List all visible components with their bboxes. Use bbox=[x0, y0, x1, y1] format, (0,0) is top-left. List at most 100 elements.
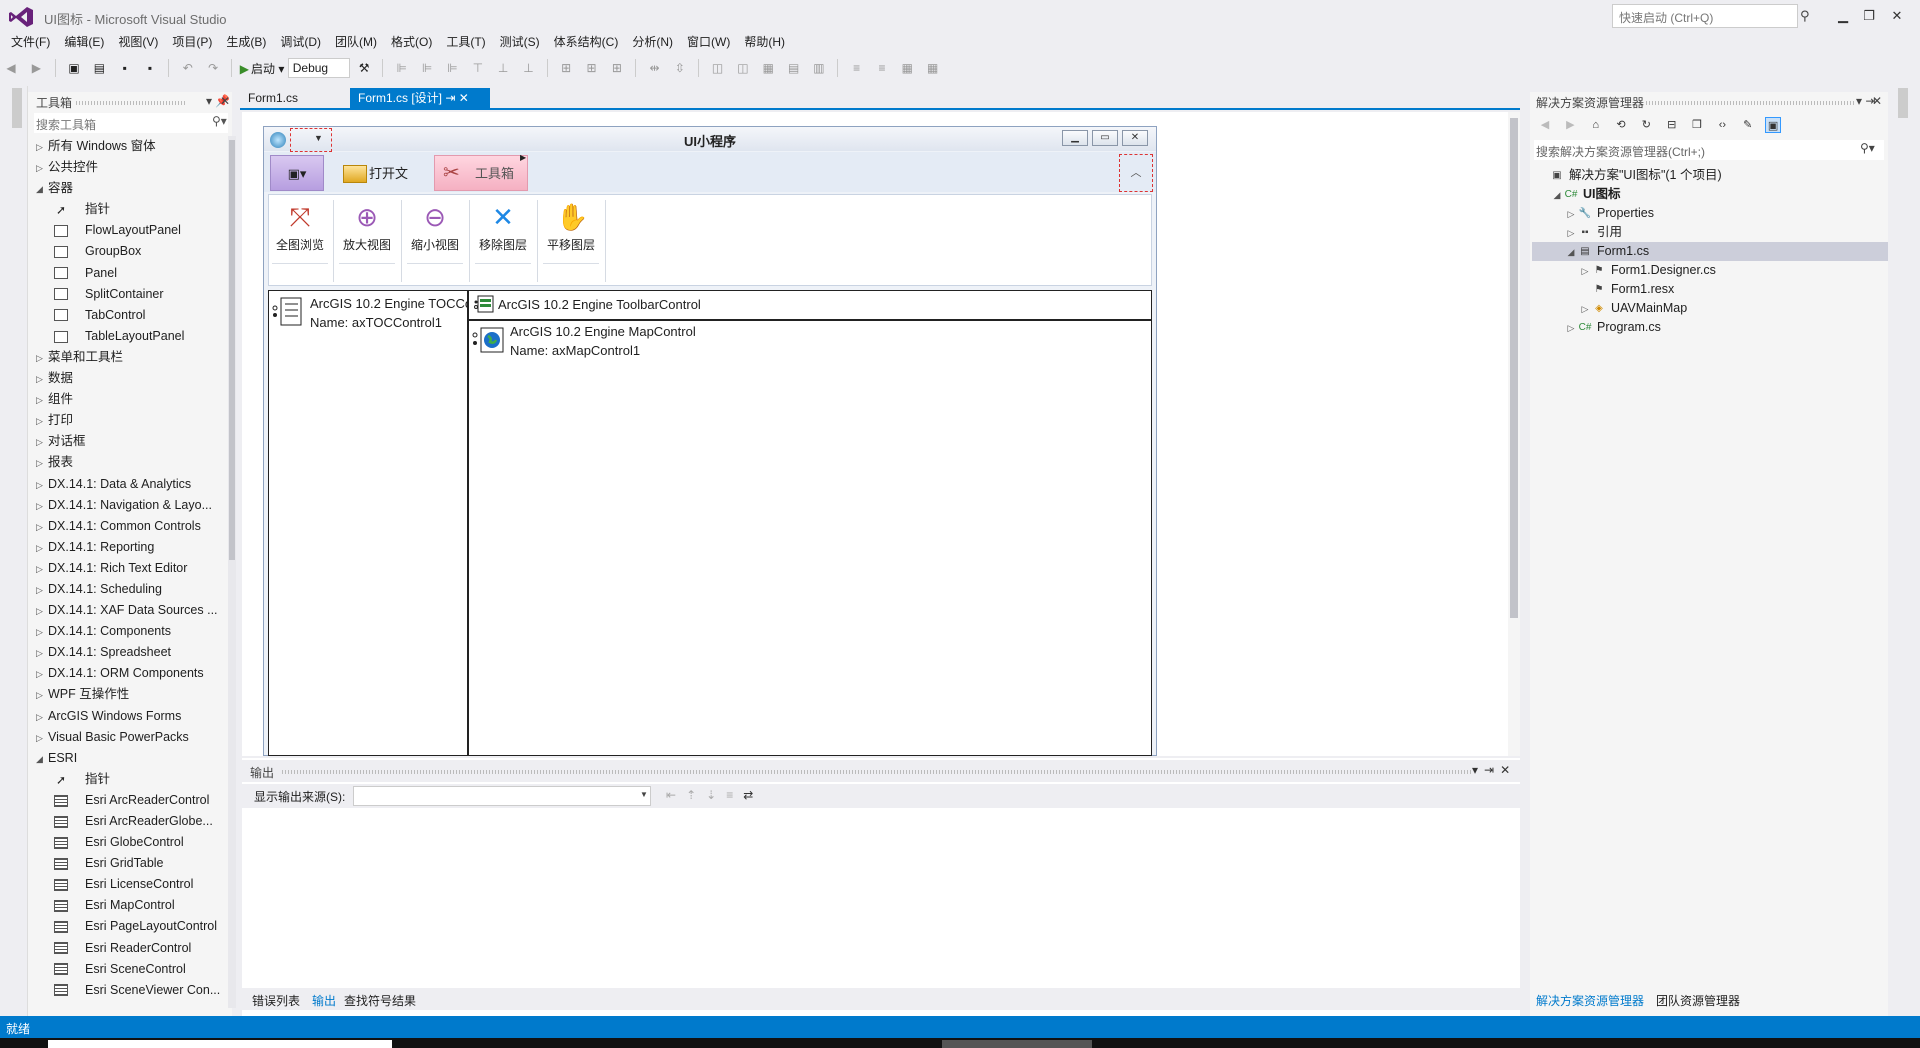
toolbox-item[interactable]: FlowLayoutPanel bbox=[36, 220, 226, 241]
solution-tree-node[interactable]: ◢ C# UI图标 bbox=[1532, 185, 1888, 204]
collapsed-arrow-icon[interactable]: ▷ bbox=[36, 728, 48, 748]
solution-tree-node[interactable]: ◢ ▤ Form1.cs bbox=[1532, 242, 1888, 261]
ribbon-collapse-button[interactable]: ︿ bbox=[1119, 154, 1153, 192]
toolbox-group[interactable]: ▷ 数据 bbox=[36, 368, 226, 389]
menu-item[interactable]: 文件(F) bbox=[0, 32, 57, 52]
pin-icon[interactable]: ⇥ bbox=[445, 91, 455, 105]
full-extent-button[interactable]: ⤧ 全图浏览 bbox=[268, 200, 332, 280]
sql-icon[interactable]: ▤ bbox=[786, 60, 802, 76]
toolbox-group[interactable]: ▷ 打印 bbox=[36, 410, 226, 431]
collapsed-arrow-icon[interactable]: ▷ bbox=[36, 664, 48, 684]
restore-button[interactable]: ❐ bbox=[1858, 6, 1880, 26]
chevron-down-icon[interactable]: ▼ bbox=[314, 133, 323, 143]
output-source-select[interactable] bbox=[353, 786, 651, 806]
view-code-icon[interactable]: ‹› bbox=[1714, 117, 1730, 133]
toolbox-group[interactable]: ▷ 对话框 bbox=[36, 431, 226, 452]
back-icon[interactable]: ◀ bbox=[3, 60, 19, 76]
align-rights-icon[interactable]: ⊫ bbox=[444, 60, 460, 76]
collapsed-arrow-icon[interactable]: ▷ bbox=[36, 475, 48, 495]
save-icon[interactable]: ▪ bbox=[117, 60, 133, 76]
show-all-files-icon[interactable]: ❒ bbox=[1689, 117, 1705, 133]
zoom-out-button[interactable]: ⊖ 缩小视图 bbox=[403, 200, 467, 280]
refresh-icon[interactable]: ↻ bbox=[1638, 117, 1654, 133]
menu-item[interactable]: 帮助(H) bbox=[737, 32, 792, 52]
solution-tree-node[interactable]: ▷ ◈ UAVMainMap bbox=[1532, 299, 1888, 318]
panel-grip[interactable] bbox=[282, 770, 1472, 774]
toolbox-group[interactable]: ▷ DX.14.1: Components bbox=[36, 621, 226, 642]
close-icon[interactable]: ✕ bbox=[220, 94, 230, 108]
output-window-buttons[interactable]: ▾⇥✕ bbox=[1472, 763, 1516, 777]
align-centers-icon[interactable]: ⊫ bbox=[419, 60, 435, 76]
form-close-button[interactable]: ✕ bbox=[1122, 130, 1148, 146]
start-debug-button[interactable]: ▶ 启动 ▾ bbox=[240, 60, 285, 77]
toolbox-item[interactable]: TableLayoutPanel bbox=[36, 326, 226, 347]
align-lefts-icon[interactable]: ⊫ bbox=[394, 60, 410, 76]
minimize-button[interactable]: ▁ bbox=[1832, 6, 1854, 26]
toolbox-group[interactable]: ▷ DX.14.1: Data & Analytics bbox=[36, 474, 226, 495]
align-bottoms-icon[interactable]: ⊥ bbox=[520, 60, 536, 76]
form-maximize-button[interactable]: ▭ bbox=[1092, 130, 1118, 146]
search-icon[interactable]: ⚲▾ bbox=[1860, 141, 1875, 155]
designer-scroll-thumb[interactable] bbox=[1510, 118, 1518, 618]
home-icon[interactable]: ⌂ bbox=[1588, 117, 1604, 133]
toolbox-item[interactable]: Esri PageLayoutControl bbox=[36, 916, 226, 937]
menu-item[interactable]: 工具(T) bbox=[439, 32, 492, 52]
toolbox-item[interactable]: Esri SceneViewer Con... bbox=[36, 980, 226, 1001]
collapsed-arrow-icon[interactable]: ▷ bbox=[1564, 224, 1578, 243]
collapsed-arrow-icon[interactable]: ▷ bbox=[36, 411, 48, 431]
collapsed-arrow-icon[interactable]: ▷ bbox=[36, 390, 48, 410]
menu-item[interactable]: 窗口(W) bbox=[680, 32, 737, 52]
toolbox-item[interactable]: Esri MapControl bbox=[36, 895, 226, 916]
bookmark-icon[interactable]: ▦ bbox=[899, 60, 915, 76]
menu-item[interactable]: 视图(V) bbox=[111, 32, 165, 52]
collapsed-arrow-icon[interactable]: ▷ bbox=[36, 369, 48, 389]
toolbox-group[interactable]: ◢ 容器 bbox=[36, 178, 226, 199]
quick-access-toolbar[interactable] bbox=[290, 128, 332, 152]
ribbon-tab-open-file[interactable]: 打开文件 bbox=[336, 155, 416, 217]
make-same-width-icon[interactable]: ⊞ bbox=[558, 60, 574, 76]
collapsed-arrow-icon[interactable]: ▷ bbox=[36, 559, 48, 579]
solution-tree-node[interactable]: ▣ 解决方案"UI图标"(1 个项目) bbox=[1532, 166, 1888, 185]
toolbox-search-input[interactable]: 搜索工具箱 bbox=[34, 113, 228, 133]
view-designer-icon[interactable]: ▣ bbox=[1765, 117, 1782, 133]
server-explorer-tab[interactable] bbox=[12, 88, 22, 128]
collapsed-arrow-icon[interactable]: ▷ bbox=[36, 622, 48, 642]
taskbar-item[interactable] bbox=[48, 1040, 392, 1048]
solution-search-input[interactable]: 搜索解决方案资源管理器(Ctrl+;) bbox=[1534, 140, 1884, 160]
goto-up-icon[interactable]: ⇡ bbox=[686, 788, 706, 802]
collapsed-arrow-icon[interactable]: ▷ bbox=[36, 432, 48, 452]
collapsed-arrow-icon[interactable]: ▷ bbox=[1578, 262, 1592, 281]
close-icon[interactable]: ✕ bbox=[1872, 94, 1882, 108]
smart-tag-arrow-icon[interactable]: ▶ bbox=[520, 153, 526, 162]
menu-item[interactable]: 调试(D) bbox=[273, 32, 328, 52]
toolbox-item[interactable]: SplitContainer bbox=[36, 284, 226, 305]
menu-item[interactable]: 项目(P) bbox=[165, 32, 219, 52]
menu-item[interactable]: 体系结构(C) bbox=[547, 32, 626, 52]
toolbox-item[interactable]: Esri LicenseControl bbox=[36, 874, 226, 895]
toolbox-group[interactable]: ▷ DX.14.1: Reporting bbox=[36, 537, 226, 558]
menu-item[interactable]: 测试(S) bbox=[493, 32, 547, 52]
menu-item[interactable]: 团队(M) bbox=[328, 32, 384, 52]
toolbox-item[interactable]: ➚ 指针 bbox=[36, 199, 226, 220]
pan-layer-button[interactable]: ✋ 平移图层 bbox=[539, 200, 603, 280]
toc-control[interactable] bbox=[268, 290, 468, 756]
toolbox-group[interactable]: ▷ DX.14.1: Spreadsheet bbox=[36, 642, 226, 663]
chevron-down-icon[interactable]: ▾ bbox=[1472, 763, 1484, 777]
toolbox-item[interactable]: Esri ArcReaderControl bbox=[36, 790, 226, 811]
expanded-arrow-icon[interactable]: ◢ bbox=[36, 749, 48, 769]
ribbon-tab-toolbox[interactable]: ✂ 工具箱 bbox=[434, 155, 528, 191]
toolbox-item[interactable]: Esri GridTable bbox=[36, 853, 226, 874]
panel-grip[interactable] bbox=[76, 101, 186, 105]
map-control[interactable] bbox=[468, 320, 1152, 756]
toolbox-group[interactable]: ▷ DX.14.1: Rich Text Editor bbox=[36, 558, 226, 579]
collapsed-arrow-icon[interactable]: ▷ bbox=[1578, 300, 1592, 319]
toolbox-group[interactable]: ▷ DX.14.1: Navigation & Layo... bbox=[36, 495, 226, 516]
solution-tree-node[interactable]: ▷ ⚑ Form1.Designer.cs bbox=[1532, 261, 1888, 280]
collapsed-arrow-icon[interactable]: ▷ bbox=[36, 158, 48, 178]
toolbox-group[interactable]: ▷ WPF 互操作性 bbox=[36, 684, 226, 705]
toolbox-item[interactable]: Esri SceneControl bbox=[36, 959, 226, 980]
solution-tree-node[interactable]: ▷ 🔧 Properties bbox=[1532, 204, 1888, 223]
tab-output[interactable]: 输出 bbox=[312, 992, 336, 1009]
quick-launch-input[interactable]: 快速启动 (Ctrl+Q) bbox=[1612, 4, 1798, 28]
form-minimize-button[interactable]: ▁ bbox=[1062, 130, 1088, 146]
